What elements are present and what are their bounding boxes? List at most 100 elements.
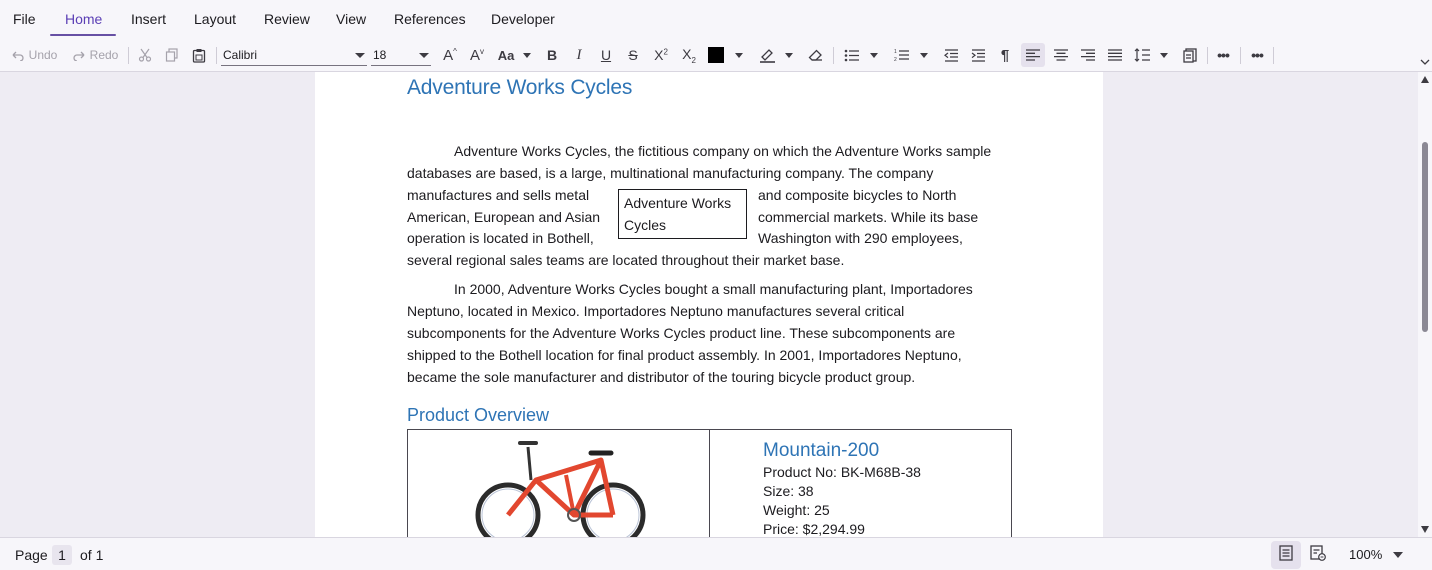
decrease-indent-button[interactable] <box>942 38 960 72</box>
chevron-down-icon <box>1420 59 1430 65</box>
document-title: Adventure Works Cycles <box>407 76 633 99</box>
change-case-button[interactable]: Aa <box>496 38 516 72</box>
paragraph-line: Washington with 290 employees, <box>758 230 963 246</box>
align-center-icon <box>1054 49 1068 61</box>
scrollbar-thumb[interactable] <box>1422 142 1428 332</box>
menu-bar: File Home Insert Layout Review View Refe… <box>0 0 1432 38</box>
align-right-icon <box>1081 49 1095 61</box>
undo-icon <box>11 49 25 61</box>
tab-home[interactable]: Home <box>65 11 102 27</box>
numbering-button[interactable]: 12 <box>892 38 912 72</box>
current-page-input[interactable]: 1 <box>52 545 72 565</box>
toolbar-separator <box>216 47 217 64</box>
highlight-button[interactable] <box>757 38 777 72</box>
justify-button[interactable] <box>1106 38 1124 72</box>
copy-icon <box>165 48 179 62</box>
paragraph-line: American, European and Asian <box>407 209 601 225</box>
superscript-icon: X2 <box>654 47 668 63</box>
paragraph-line: In 2000, Adventure Works Cycles bought a… <box>454 281 973 297</box>
tab-insert[interactable]: Insert <box>131 11 166 27</box>
paste-button[interactable] <box>190 38 208 72</box>
superscript-button[interactable]: X2 <box>652 38 670 72</box>
paste-icon <box>192 48 206 63</box>
collapse-toolbar-button[interactable] <box>1418 54 1432 70</box>
grow-font-button[interactable]: A^ <box>441 38 459 72</box>
zoom-level[interactable]: 100% <box>1349 547 1382 562</box>
cut-button[interactable] <box>136 38 154 72</box>
font-size-select[interactable]: 18 <box>371 46 431 66</box>
page-label: Page <box>15 547 48 563</box>
undo-label: Undo <box>28 48 58 62</box>
paragraph-line: commercial markets. While its base <box>758 209 979 225</box>
paragraph-line: manufactures and sells metal <box>407 187 590 203</box>
italic-button[interactable]: I <box>571 38 587 72</box>
tab-file[interactable]: File <box>13 11 36 27</box>
bullets-button[interactable] <box>842 38 862 72</box>
vertical-scrollbar[interactable] <box>1418 72 1432 537</box>
align-center-button[interactable] <box>1052 38 1070 72</box>
align-left-button[interactable] <box>1021 43 1045 67</box>
chevron-down-icon[interactable] <box>735 53 743 58</box>
chevron-down-icon[interactable] <box>1160 53 1168 58</box>
table-divider <box>709 430 710 537</box>
cut-icon <box>138 48 152 62</box>
bold-icon: B <box>546 47 558 63</box>
chevron-down-icon[interactable] <box>920 53 928 58</box>
undo-button[interactable]: Undo <box>8 38 60 72</box>
shrink-font-icon: Av <box>469 46 484 64</box>
print-layout-icon <box>1279 544 1293 566</box>
print-layout-button[interactable] <box>1271 541 1301 569</box>
bullets-icon <box>844 49 860 62</box>
clear-format-button[interactable] <box>807 38 825 72</box>
toolbar-separator <box>1273 47 1274 64</box>
increase-indent-button[interactable] <box>969 38 987 72</box>
redo-button[interactable]: Redo <box>69 38 121 72</box>
tab-layout[interactable]: Layout <box>194 11 236 27</box>
redo-label: Redo <box>89 48 119 62</box>
text-box-line: Adventure Works <box>624 195 732 211</box>
text-box[interactable]: Adventure Works Cycles <box>618 189 747 239</box>
toolbar-separator <box>833 47 834 64</box>
chevron-down-icon[interactable] <box>870 53 878 58</box>
chevron-down-icon[interactable] <box>1393 552 1403 558</box>
product-table[interactable]: Mountain-200 Product No: BK-M68B-38 Size… <box>407 429 1012 537</box>
more-options-button[interactable]: ••• <box>1213 38 1233 72</box>
strikethrough-button[interactable]: S <box>625 38 641 72</box>
web-layout-button[interactable] <box>1303 541 1333 569</box>
document-page[interactable]: Adventure Works Cycles Adventure Works C… <box>315 72 1103 537</box>
chevron-down-icon <box>355 53 365 58</box>
scroll-up-arrow-icon[interactable] <box>1421 76 1429 83</box>
underline-button[interactable]: U <box>598 38 614 72</box>
tab-view[interactable]: View <box>336 11 366 27</box>
paragraph-mark-button[interactable]: ¶ <box>997 38 1013 72</box>
tab-references[interactable]: References <box>394 11 466 27</box>
paragraph-settings-button[interactable] <box>1181 38 1199 72</box>
copy-button[interactable] <box>163 38 181 72</box>
overflow-menu-button[interactable]: ••• <box>1247 38 1267 72</box>
chevron-down-icon[interactable] <box>523 53 531 58</box>
text-box-line: Cycles <box>624 217 667 233</box>
line-spacing-button[interactable] <box>1132 38 1152 72</box>
paragraph-line: became the sole manufacturer and distrib… <box>407 369 916 385</box>
align-right-button[interactable] <box>1079 38 1097 72</box>
redo-icon <box>72 49 86 61</box>
subscript-button[interactable]: X2 <box>680 38 698 72</box>
svg-text:1: 1 <box>894 49 897 55</box>
bicycle-image <box>475 441 646 537</box>
font-color-button[interactable] <box>707 38 725 72</box>
bold-button[interactable]: B <box>544 38 560 72</box>
subscript-icon: X2 <box>682 45 696 65</box>
chevron-down-icon[interactable] <box>785 53 793 58</box>
shrink-font-button[interactable]: Av <box>468 38 486 72</box>
web-layout-icon <box>1310 544 1326 566</box>
paragraph-line: Neptuno, located in Mexico. Importadores… <box>407 303 905 319</box>
scroll-down-arrow-icon[interactable] <box>1421 526 1429 533</box>
highlight-icon <box>759 47 776 63</box>
align-left-icon <box>1026 49 1040 61</box>
toolbar: Undo Redo Calibri 18 A^ Av Aa B I U S X2 <box>0 38 1432 72</box>
section-heading: Product Overview <box>407 405 550 425</box>
tab-developer[interactable]: Developer <box>491 11 555 27</box>
font-name-select[interactable]: Calibri <box>221 46 367 66</box>
chevron-down-icon <box>419 53 429 58</box>
tab-review[interactable]: Review <box>264 11 310 27</box>
